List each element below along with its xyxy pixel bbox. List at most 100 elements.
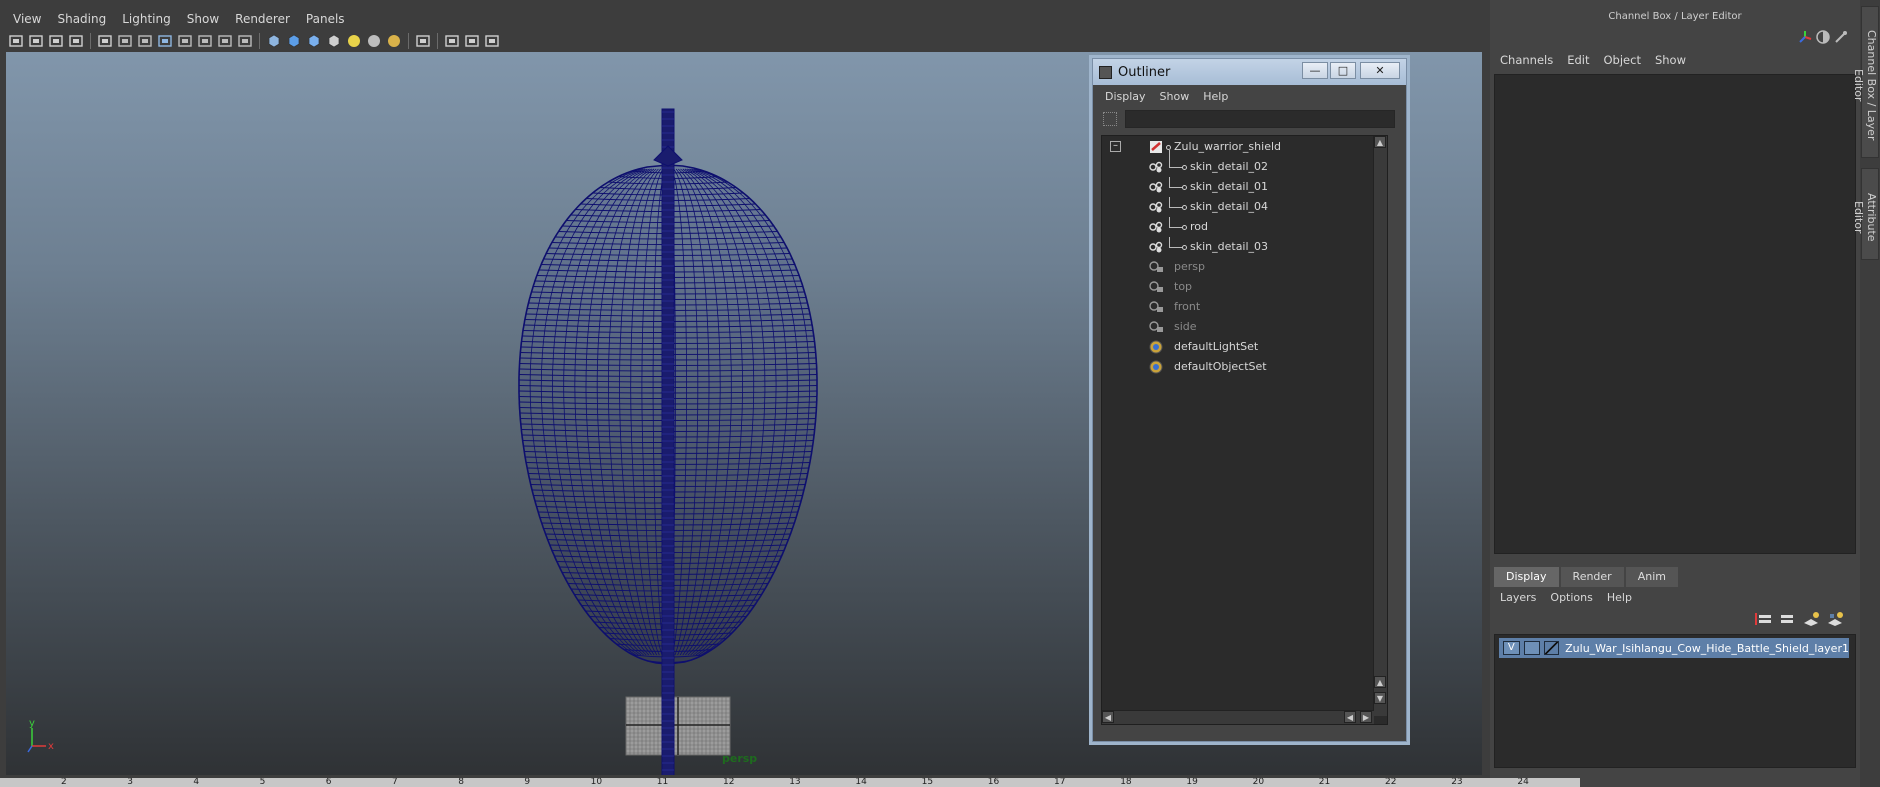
resolution-gate-icon[interactable] xyxy=(157,33,173,49)
xray-joints-icon[interactable] xyxy=(484,33,500,49)
outliner-titlebar[interactable]: Outliner — □ ✕ xyxy=(1093,59,1406,85)
layer-menu-layers[interactable]: Layers xyxy=(1494,589,1544,606)
scroll-down-icon[interactable]: ▼ xyxy=(1374,692,1386,704)
outliner-menu-show[interactable]: Show xyxy=(1154,88,1198,105)
filter-icon[interactable] xyxy=(1103,112,1117,126)
outliner-item-top[interactable]: top xyxy=(1102,277,1382,297)
time-slider[interactable]: 2 3 4 5 6 7 8 9 10 11 12 13 14 15 16 17 18 19 20 21 22 23 24 xyxy=(0,778,1580,787)
timeline-tick-label: 21 xyxy=(1318,778,1331,787)
camera-icon xyxy=(1148,280,1164,294)
move-layer-up-icon[interactable] xyxy=(1754,611,1772,627)
outliner-item-defaultobjectset[interactable]: defaultObjectSet xyxy=(1102,357,1382,377)
vertical-scrollbar[interactable]: ▲ ▲ ▼ xyxy=(1373,136,1387,716)
shadows-icon[interactable] xyxy=(366,33,382,49)
film-gate-icon[interactable] xyxy=(137,33,153,49)
cb-menu-edit[interactable]: Edit xyxy=(1561,51,1597,69)
layer-color-swatch[interactable] xyxy=(1544,641,1560,655)
speed-icon[interactable] xyxy=(1816,30,1830,44)
scroll-right-icon[interactable]: ▶ xyxy=(1360,711,1372,723)
outliner-item-skin-detail-03[interactable]: skin_detail_03 xyxy=(1102,237,1382,257)
outliner-item-label: skin_detail_03 xyxy=(1190,240,1269,253)
outliner-menu-help[interactable]: Help xyxy=(1197,88,1236,105)
camera-icon[interactable] xyxy=(8,33,24,49)
scroll-left-end-icon[interactable]: ◀ xyxy=(1344,711,1356,723)
channel-box-area[interactable] xyxy=(1494,74,1856,554)
camera-attr-icon[interactable] xyxy=(28,33,44,49)
image-plane-icon[interactable] xyxy=(68,33,84,49)
outliner-item-persp[interactable]: persp xyxy=(1102,257,1382,277)
side-tab-attribute-editor[interactable]: Attribute Editor xyxy=(1852,168,1879,260)
outliner-item-skin-detail-02[interactable]: skin_detail_02 xyxy=(1102,157,1382,177)
layer-row[interactable]: V Zulu_War_Isihlangu_Cow_Hide_Battle_Shi… xyxy=(1499,638,1849,658)
textured-icon[interactable] xyxy=(326,33,342,49)
safe-action-icon[interactable] xyxy=(217,33,233,49)
field-chart-icon[interactable] xyxy=(197,33,213,49)
outliner-item-rod[interactable]: rod xyxy=(1102,217,1382,237)
wireframe-icon[interactable] xyxy=(266,33,282,49)
layer-list[interactable]: V Zulu_War_Isihlangu_Cow_Hide_Battle_Shi… xyxy=(1494,634,1856,768)
shade-wire-icon[interactable] xyxy=(306,33,322,49)
menu-renderer[interactable]: Renderer xyxy=(228,10,299,30)
pin-icon[interactable] xyxy=(1834,30,1848,44)
outliner-menu-display[interactable]: Display xyxy=(1099,88,1154,105)
outliner-window: Outliner — □ ✕ Display Show Help – Zulu_… xyxy=(1092,58,1407,742)
2d-pan-icon[interactable] xyxy=(97,33,113,49)
side-tab-channel-box[interactable]: Channel Box / Layer Editor xyxy=(1852,6,1879,158)
channel-box-icons xyxy=(1798,30,1848,44)
tab-display[interactable]: Display xyxy=(1494,567,1559,587)
xray-active-icon[interactable] xyxy=(464,33,480,49)
outliner-item-front[interactable]: front xyxy=(1102,297,1382,317)
cb-menu-object[interactable]: Object xyxy=(1598,51,1649,69)
outliner-item-skin-detail-04[interactable]: skin_detail_04 xyxy=(1102,197,1382,217)
scroll-up-bottom-icon[interactable]: ▲ xyxy=(1374,676,1386,688)
safe-title-icon[interactable] xyxy=(237,33,253,49)
high-quality-icon[interactable] xyxy=(386,33,402,49)
scroll-up-icon[interactable]: ▲ xyxy=(1374,136,1386,148)
outliner-filter-row xyxy=(1093,107,1406,131)
horizontal-scrollbar[interactable]: ◀ ◀ ▶ xyxy=(1102,710,1374,724)
panel-menubar: View Shading Lighting Show Renderer Pane… xyxy=(6,10,354,30)
outliner-item-skin-detail-01[interactable]: skin_detail_01 xyxy=(1102,177,1382,197)
cb-menu-channels[interactable]: Channels xyxy=(1494,51,1561,69)
outliner-search-input[interactable] xyxy=(1125,110,1395,128)
scroll-left-icon[interactable]: ◀ xyxy=(1102,711,1114,723)
outliner-item-zulu-warrior-shield[interactable]: Zulu_warrior_shield xyxy=(1102,137,1382,158)
xray-icon[interactable] xyxy=(444,33,460,49)
timeline-tick-label: 23 xyxy=(1451,778,1463,787)
layer-visibility-toggle[interactable]: V xyxy=(1503,641,1520,655)
layer-display-type-toggle[interactable] xyxy=(1523,641,1541,655)
isolate-select-icon[interactable] xyxy=(415,33,431,49)
outliner-item-side[interactable]: side xyxy=(1102,317,1382,337)
tree-connector xyxy=(1169,237,1183,248)
close-button[interactable]: ✕ xyxy=(1360,62,1400,79)
grid-icon[interactable] xyxy=(117,33,133,49)
tab-render[interactable]: Render xyxy=(1560,567,1624,587)
menu-show[interactable]: Show xyxy=(180,10,228,30)
gate-mask-icon[interactable] xyxy=(177,33,193,49)
outliner-item-defaultlightset[interactable]: defaultLightSet xyxy=(1102,337,1382,357)
cb-menu-show[interactable]: Show xyxy=(1649,51,1694,69)
smooth-shade-icon[interactable] xyxy=(286,33,302,49)
menu-shading[interactable]: Shading xyxy=(50,10,115,30)
bookmark-icon[interactable] xyxy=(48,33,64,49)
mesh-icon xyxy=(1148,180,1164,194)
tab-anim[interactable]: Anim xyxy=(1625,567,1678,587)
camera-icon xyxy=(1148,300,1164,314)
manipulator-icon[interactable] xyxy=(1798,30,1812,44)
move-layer-down-icon[interactable] xyxy=(1778,611,1796,627)
maximize-button[interactable]: □ xyxy=(1330,62,1356,79)
outliner-item-label: rod xyxy=(1190,220,1208,233)
timeline-tick-label: 22 xyxy=(1385,778,1397,787)
timeline-tick-label: 20 xyxy=(1252,778,1265,787)
layer-menu-help[interactable]: Help xyxy=(1601,589,1640,606)
menu-view[interactable]: View xyxy=(6,10,50,30)
minimize-button[interactable]: — xyxy=(1302,62,1328,79)
use-all-lights-icon[interactable] xyxy=(346,33,362,49)
new-empty-layer-icon[interactable] xyxy=(1802,611,1820,627)
outliner-tree[interactable]: – Zulu_warrior_shield skin_detail_02 skin_… xyxy=(1101,135,1388,725)
layer-menu-options[interactable]: Options xyxy=(1544,589,1600,606)
tree-connector xyxy=(1169,177,1183,188)
new-layer-selected-icon[interactable] xyxy=(1826,611,1844,627)
menu-lighting[interactable]: Lighting xyxy=(115,10,180,30)
menu-panels[interactable]: Panels xyxy=(299,10,354,30)
